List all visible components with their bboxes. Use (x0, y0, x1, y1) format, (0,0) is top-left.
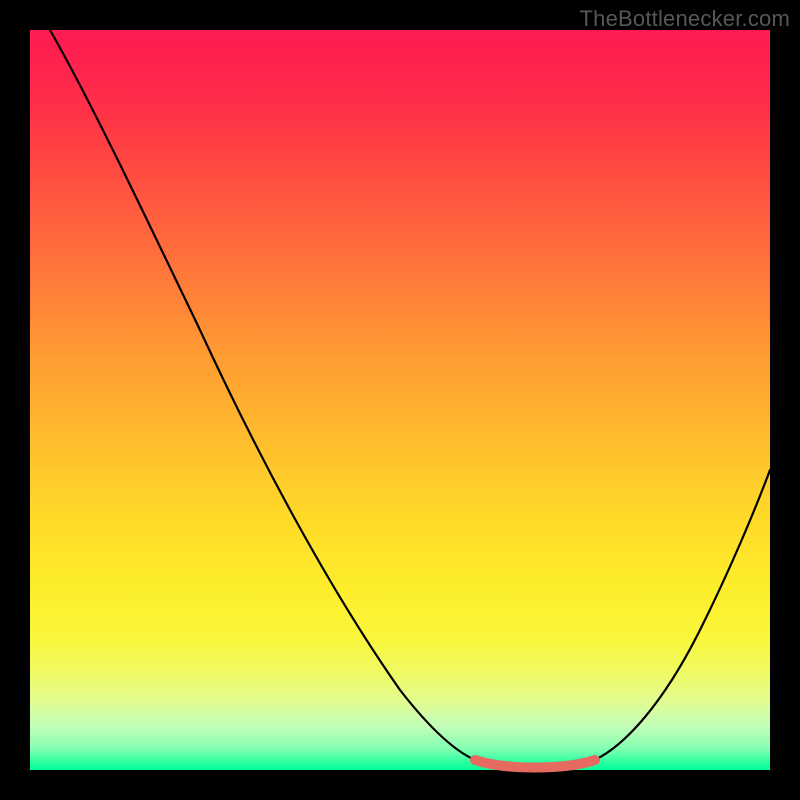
curve-left-branch (50, 30, 480, 762)
watermark-text: TheBottlenecker.com (580, 6, 790, 32)
chart-svg (30, 30, 770, 770)
chart-area (30, 30, 770, 770)
trough-highlight (475, 760, 595, 768)
curve-right-branch (590, 470, 770, 762)
